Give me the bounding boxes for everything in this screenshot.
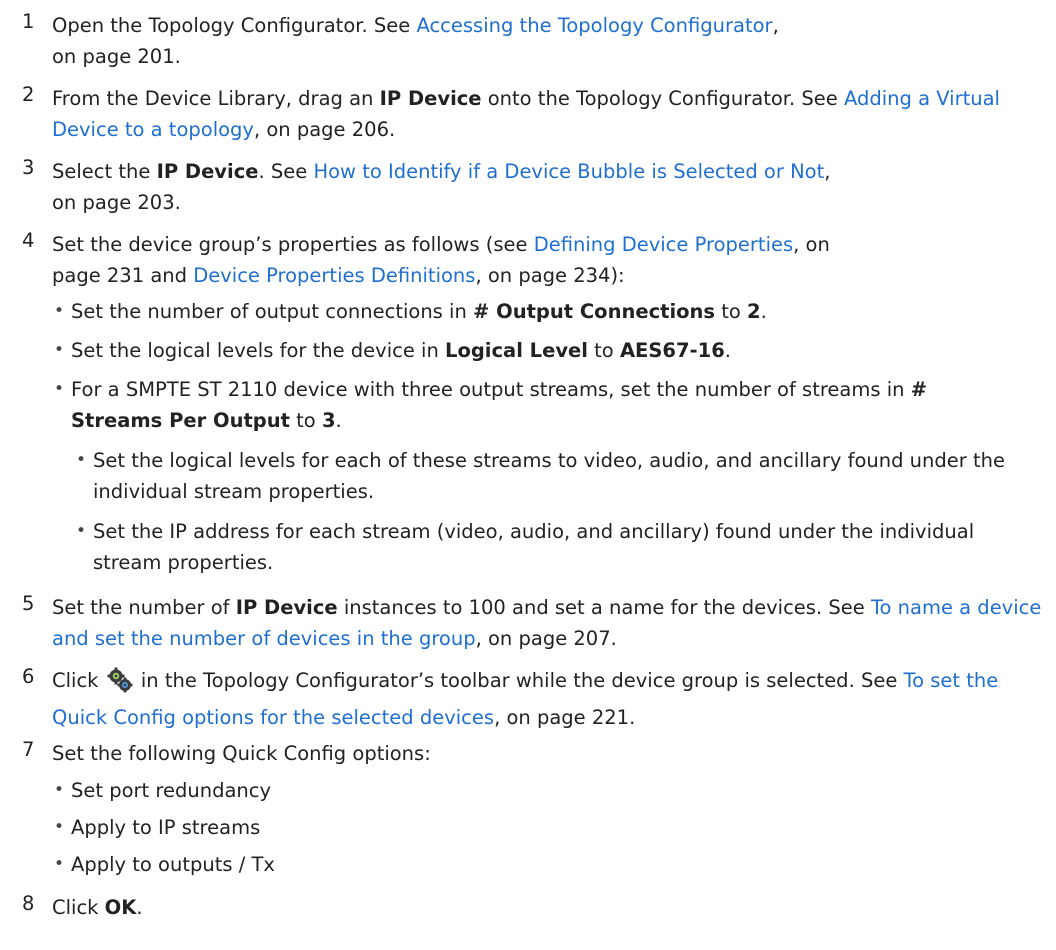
step-1: 1 Open the Topology Configurator. See Ac… [22,10,1042,72]
bullet-icon: • [54,780,65,800]
step-2: 2 From the Device Library, drag an IP De… [22,83,1042,145]
list-item: • Set port redundancy [54,775,1034,806]
list-item: • Apply to IP streams [54,812,1034,843]
step-text: , on page 207. [475,627,617,650]
step-text: , on page 221. [494,706,636,729]
bullet-text: Set the logical levels for the device in [71,339,446,362]
bullet-icon: • [76,450,87,470]
quick-config-gears-icon [107,667,133,702]
ip-device-term: IP Device [156,160,259,183]
bullet-icon: • [76,521,87,541]
step-number: 6 [22,665,35,688]
step-text: . [136,896,143,919]
step-text: onto the Topology Configurator. See [481,87,844,110]
bullet-text: Set the IP address for each stream (vide… [93,520,975,574]
link-defining-device-properties[interactable]: Defining Device Properties [534,233,793,256]
list-item: • For a SMPTE ST 2110 device with three … [54,374,1014,436]
step-text: Set the device group’s properties as fol… [52,233,534,256]
procedure-steps: 1 Open the Topology Configurator. See Ac… [0,0,1056,950]
bullet-text: to [587,339,620,362]
bullet-icon: • [54,340,65,360]
step-text: Set the number of [52,596,236,619]
ip-device-term: IP Device [379,87,482,110]
bullet-icon: • [54,301,65,321]
step-number: 1 [22,10,35,33]
list-item: • Set the IP address for each stream (vi… [76,516,1016,578]
step-3: 3 Select the IP Device. See How to Ident… [22,156,1042,218]
ok-button-term: OK [104,896,137,919]
step-number: 5 [22,592,35,615]
bullet-text: Apply to IP streams [71,816,261,839]
step-text: in the Topology Configurator’s toolbar w… [134,669,904,692]
step-text: Open the Topology Configurator. See [52,14,417,37]
step-number: 4 [22,229,35,252]
step-text: Select the [52,160,157,183]
step-5: 5 Set the number of IP Device instances … [22,592,1042,654]
field-value: 3 [321,409,336,432]
field-name: Logical Level [445,339,588,362]
bullet-icon: • [54,854,65,874]
link-device-properties-definitions[interactable]: Device Properties Definitions [193,264,475,287]
step-8: 8 Click OK. [22,892,1042,923]
step-text: . See [258,160,314,183]
step-number: 7 [22,738,35,761]
field-value: AES67-16 [619,339,725,362]
bullet-text: Set the number of output connections in [71,300,474,323]
bullet-text: . [724,339,731,362]
step-text: Set the following Quick Config options: [52,742,431,765]
step-text: , on page 234): [475,264,625,287]
link-accessing-topology-configurator[interactable]: Accessing the Topology Configurator [416,14,772,37]
step-number: 3 [22,156,35,179]
bullet-text: to [289,409,322,432]
bullet-text: Apply to outputs / Tx [71,853,275,876]
list-item: • Apply to outputs / Tx [54,849,1034,880]
bullet-icon: • [54,817,65,837]
step-number: 2 [22,83,35,106]
field-value: 2 [747,300,761,323]
step-7: 7 Set the following Quick Config options… [22,738,1042,769]
step-number: 8 [22,892,35,915]
step-text: Click [52,896,105,919]
link-identify-device-bubble[interactable]: How to Identify if a Device Bubble is Se… [313,160,824,183]
bullet-text: Set the logical levels for each of these… [93,449,1005,503]
bullet-text: . [760,300,767,323]
step-text: From the Device Library, drag an [52,87,380,110]
step-4: 4 Set the device group’s properties as f… [22,229,1042,291]
field-name: # Output Connections [473,300,716,323]
list-item: • Set the number of output connections i… [54,296,1034,327]
bullet-text: Set port redundancy [71,779,272,802]
bullet-text: . [335,409,342,432]
step-text: instances to 100 and set a name for the … [337,596,871,619]
step-6: 6 Click in the Topology Configurator’s t… [22,665,1042,733]
bullet-icon: • [54,379,65,399]
list-item: • Set the logical levels for each of the… [76,445,1016,507]
bullet-text: For a SMPTE ST 2110 device with three ou… [71,378,911,401]
ip-device-term: IP Device [235,596,338,619]
step-text: Click [52,669,105,692]
list-item: • Set the logical levels for the device … [54,335,1034,366]
step-text: , on page 206. [253,118,396,141]
bullet-text: to [715,300,748,323]
